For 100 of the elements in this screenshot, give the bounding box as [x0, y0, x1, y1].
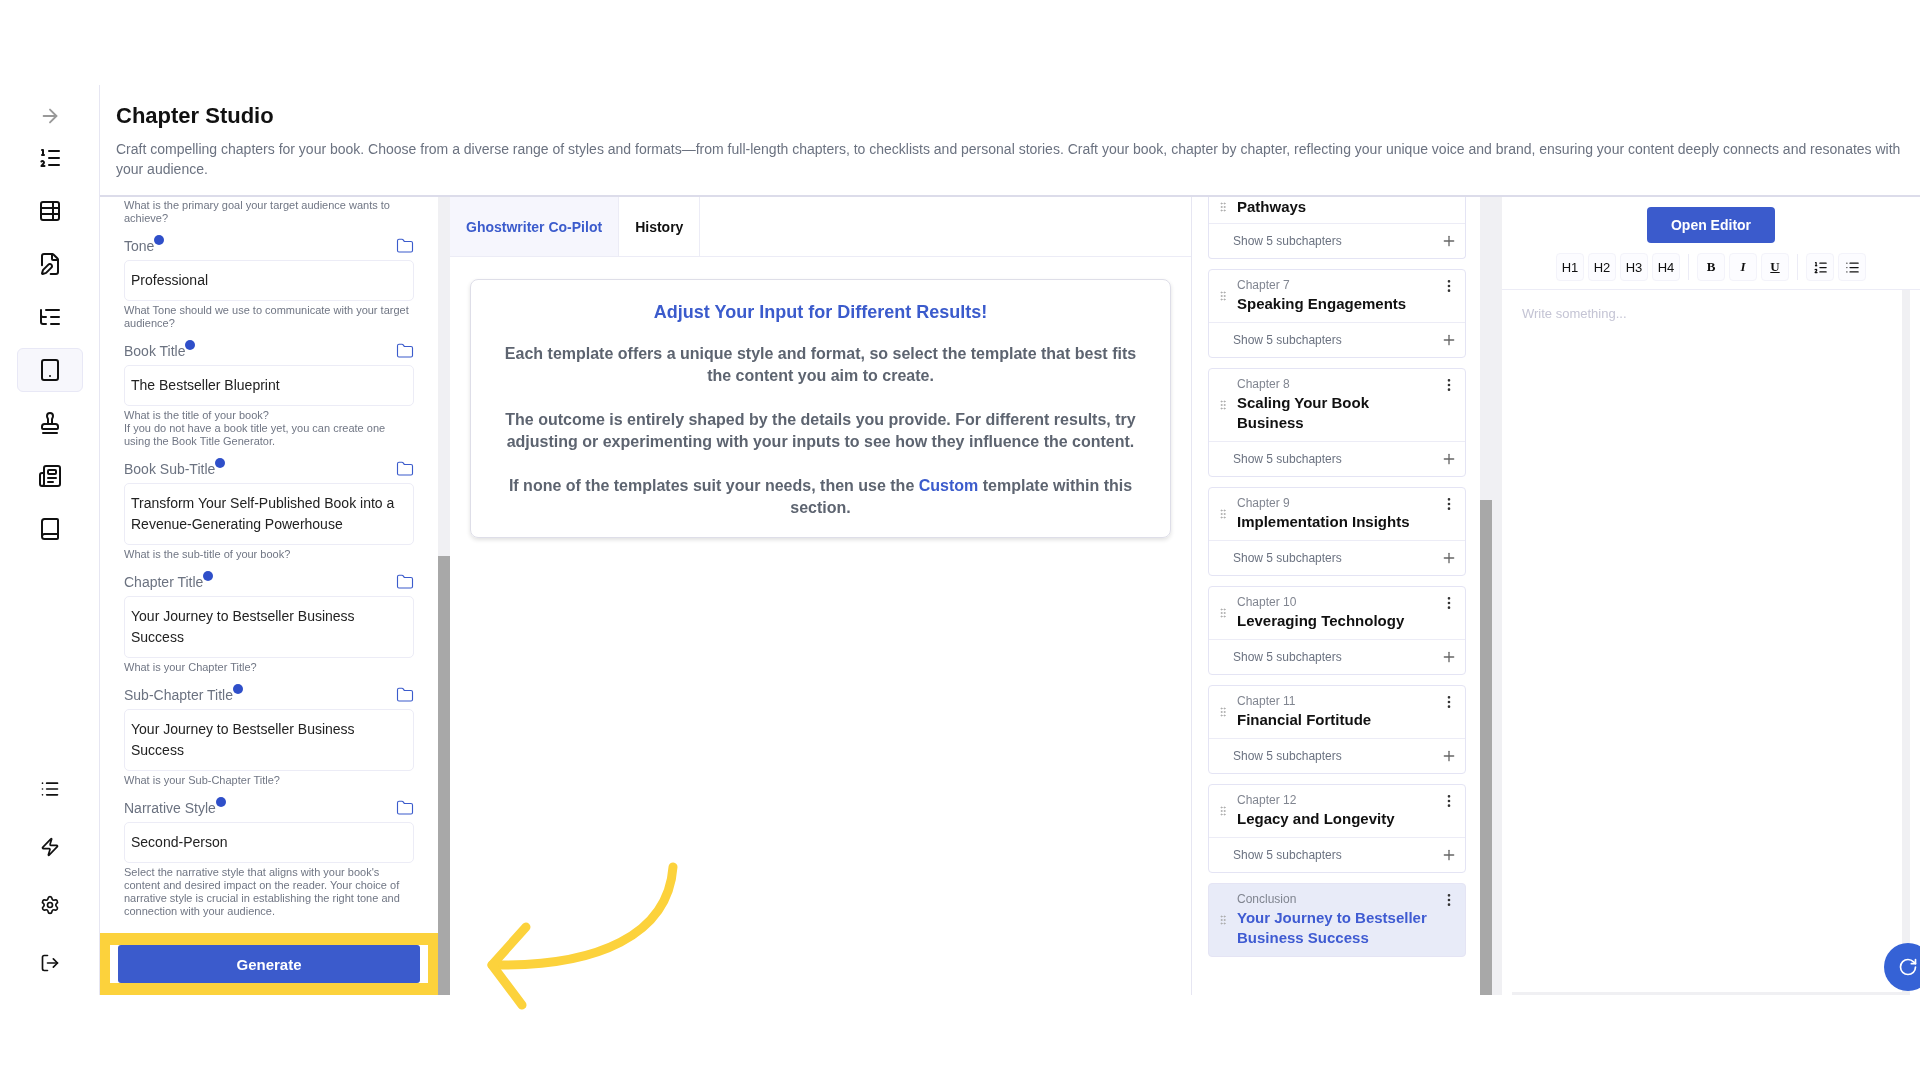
add-icon[interactable]: [1441, 451, 1457, 467]
refresh-icon: [1898, 957, 1918, 977]
field-help: What is the sub-title of your book?: [124, 548, 292, 561]
italic-button[interactable]: I: [1729, 253, 1757, 281]
page-title: Chapter Studio: [116, 103, 275, 129]
folder-icon[interactable]: [396, 686, 414, 704]
field-help: Select the narrative style that aligns with your book's content and desired impact on the reader. Your choice of narrative style is crucial in establishing the right tone and connection with your audience.: [124, 866, 401, 918]
drag-handle-icon[interactable]: [1217, 706, 1229, 718]
drag-handle-icon[interactable]: [1217, 914, 1229, 926]
field-help: What is the primary goal your target audience wants to achieve?: [124, 199, 391, 225]
bullet-list-icon: [1844, 259, 1860, 275]
table-icon: [37, 199, 62, 223]
input-field[interactable]: Second-Person: [124, 822, 414, 863]
input-field[interactable]: Professional: [124, 260, 414, 301]
chapter-label: Conclusion: [1237, 892, 1298, 906]
editor-placeholder: Write something...: [1522, 306, 1627, 321]
add-icon[interactable]: [1441, 233, 1457, 249]
add-icon[interactable]: [1441, 748, 1457, 764]
help-chat-button[interactable]: [1884, 943, 1920, 991]
info-icon: [215, 797, 226, 807]
chapter-title: Legacy and Longevity: [1237, 809, 1396, 829]
newspaper-icon: [37, 464, 62, 488]
chapter-title: Implementation Insights: [1237, 512, 1411, 532]
add-icon[interactable]: [1441, 649, 1457, 665]
chapter-card[interactable]: Chapter 9 Implementation Insights Show 5 subchapters: [1208, 487, 1466, 576]
scrollbar[interactable]: [438, 197, 450, 995]
heading-button[interactable]: H1: [1556, 253, 1584, 281]
lightning-icon: [39, 837, 60, 857]
chapter-label: Chapter 7: [1237, 278, 1291, 292]
show-subchapters-link[interactable]: Show 5 subchapters: [1233, 452, 1342, 466]
chapter-label: Chapter 12: [1237, 793, 1298, 807]
field-label: Narrative Style: [124, 800, 226, 816]
chapter-label: Chapter 9: [1237, 496, 1291, 510]
page-description: Craft compelling chapters for your book. Choose from a diverse range of styles and formats—from full-length chapters, to checklists and personal stories. Craft your book, chapter by chapter, reflecting your unique voice and brand, ensuring your content deeply connects and resonates with your audience.: [116, 140, 1902, 179]
logout-icon: [39, 953, 60, 973]
chapter-label: Chapter 10: [1237, 595, 1298, 609]
chapter-card[interactable]: Chapter 10 Leveraging Technology Show 5 subchapters: [1208, 586, 1466, 675]
field-help: What is the title of your book?: [124, 409, 270, 422]
folder-icon[interactable]: [396, 799, 414, 817]
drag-handle-icon[interactable]: [1217, 805, 1229, 817]
folder-icon[interactable]: [396, 342, 414, 360]
underline-button[interactable]: U: [1761, 253, 1789, 281]
add-icon[interactable]: [1441, 550, 1457, 566]
chapter-card[interactable]: Chapter 7 Speaking Engagements Show 5 subchapters: [1208, 269, 1466, 358]
info-icon: [185, 340, 196, 350]
show-subchapters-link[interactable]: Show 5 subchapters: [1233, 234, 1342, 248]
numbered-list-icon: [1812, 259, 1828, 275]
sidebar-item[interactable]: [16, 348, 83, 392]
chapter-card[interactable]: Conclusion Your Journey to Bestseller Business Success: [1208, 883, 1466, 957]
heading-button[interactable]: H2: [1588, 253, 1616, 281]
chapter-title: Your Journey to Bestseller Business Success: [1237, 908, 1428, 948]
drag-handle-icon[interactable]: [1217, 607, 1229, 619]
folder-icon[interactable]: [396, 573, 414, 591]
chapter-card[interactable]: Chapter 12 Legacy and Longevity Show 5 subchapters: [1208, 784, 1466, 873]
input-field[interactable]: Your Journey to Bestseller Business Success: [124, 596, 414, 658]
input-field[interactable]: Your Journey to Bestseller Business Success: [124, 709, 414, 771]
chapter-card[interactable]: Chapter 8 Scaling Your Book Business Show 5 subchapters: [1208, 368, 1466, 477]
settings-icon: [39, 895, 60, 915]
bullet-list-button[interactable]: [1838, 253, 1866, 281]
folder-icon[interactable]: [396, 460, 414, 478]
show-subchapters-link[interactable]: Show 5 subchapters: [1233, 333, 1342, 347]
folder-icon[interactable]: [396, 237, 414, 255]
input-field[interactable]: Transform Your Self-Published Book into a Revenue-Generating Powerhouse: [124, 483, 414, 545]
show-subchapters-link[interactable]: Show 5 subchapters: [1233, 848, 1342, 862]
field-label: Book Sub-Title: [124, 461, 226, 477]
show-subchapters-link[interactable]: Show 5 subchapters: [1233, 749, 1342, 763]
field-label: Book Title: [124, 343, 196, 359]
chapter-title: Speaking Engagements: [1237, 294, 1408, 314]
ranked-list-icon: [37, 146, 62, 170]
chapter-card[interactable]: Chapter 11 Financial Fortitude Show 5 subchapters: [1208, 685, 1466, 774]
add-icon[interactable]: [1441, 332, 1457, 348]
drag-handle-icon[interactable]: [1217, 508, 1229, 520]
field-help: What Tone should we use to communicate with your target audience?: [124, 304, 410, 330]
field-help: What is your Sub-Chapter Title?: [124, 774, 281, 787]
chapter-label: Chapter 11: [1237, 694, 1297, 708]
show-subchapters-link[interactable]: Show 5 subchapters: [1233, 650, 1342, 664]
chapter-label: Chapter 8: [1237, 377, 1291, 391]
chapter-title: Scaling Your Book Business: [1237, 393, 1370, 433]
tab[interactable]: Ghostwriter Co-Pilot: [450, 197, 620, 256]
field-help: If you do not have a book title yet, you can create one using the Book Title Generator.: [124, 422, 387, 448]
open-editor-button[interactable]: Open Editor: [1646, 207, 1776, 243]
field-help: What is your Chapter Title?: [124, 661, 258, 674]
drag-handle-icon[interactable]: [1217, 290, 1229, 302]
ordered-list-button[interactable]: [1806, 253, 1834, 281]
info-icon: [154, 235, 165, 245]
drag-handle-icon[interactable]: [1217, 201, 1229, 213]
chapter-title: Leveraging Technology: [1237, 611, 1406, 631]
heading-button[interactable]: H4: [1652, 253, 1680, 281]
input-field[interactable]: The Bestseller Blueprint: [124, 365, 414, 406]
field-label: Chapter Title: [124, 574, 214, 590]
add-icon[interactable]: [1441, 847, 1457, 863]
heading-button[interactable]: H3: [1620, 253, 1648, 281]
info-icon: [232, 684, 243, 694]
scrollbar[interactable]: [1480, 197, 1492, 995]
card-paragraph: The outcome is entirely shaped by the details you provide. For different results, try adjusting or experimenting with your inputs to see how they influence the content.: [504, 410, 1137, 452]
drag-handle-icon[interactable]: [1217, 399, 1229, 411]
show-subchapters-link[interactable]: Show 5 subchapters: [1233, 551, 1342, 565]
bold-button[interactable]: B: [1697, 253, 1725, 281]
generate-button[interactable]: Generate: [118, 945, 420, 983]
chapter-card[interactable]: Pathways Show 5 subchapters: [1208, 197, 1466, 259]
